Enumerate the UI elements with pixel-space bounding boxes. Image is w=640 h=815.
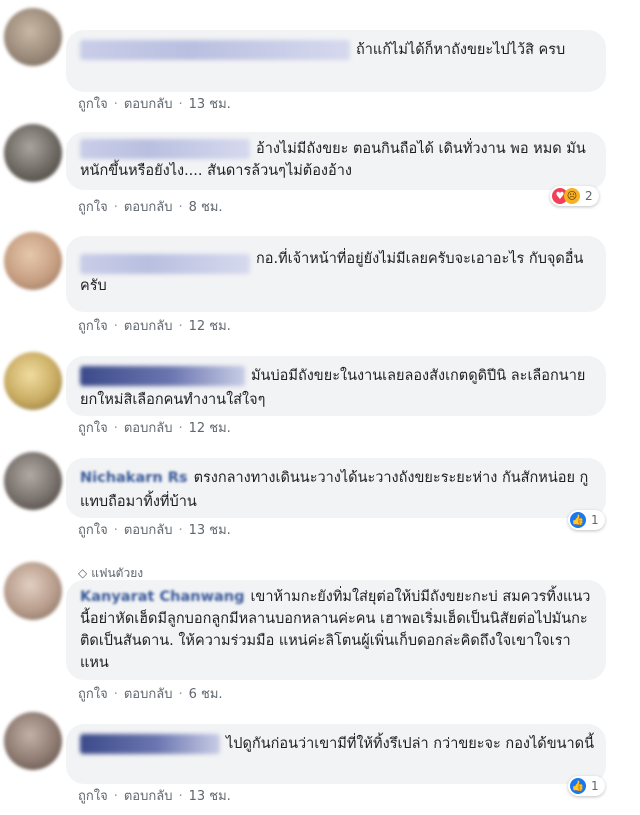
avatar[interactable] [4, 8, 62, 66]
like-link[interactable]: ถูกใจ [78, 421, 108, 436]
comment-text: ถ้าแก้ไม่ได้ก็หาถังขยะไปไว้สิ ครบ [356, 42, 566, 58]
comment-text: ไปดูกันก่อนว่าเขามีที่ให้ทิ้งรึเปล่า กว่… [226, 736, 595, 752]
reply-link[interactable]: ตอบกลับ [124, 200, 173, 215]
avatar[interactable] [4, 124, 62, 182]
top-fan-badge: ◇ แฟนตัวยง [78, 565, 143, 581]
reply-link[interactable]: ตอบกลับ [124, 421, 173, 436]
commenter-name[interactable]: Nichakarn Rs [80, 470, 188, 486]
comment-bubble: ถ้าแก้ไม่ได้ก็หาถังขยะไปไว้สิ ครบ [66, 30, 606, 92]
avatar[interactable] [4, 562, 62, 620]
reaction-count: 1 [591, 513, 599, 527]
timestamp[interactable]: 12 ชม. [189, 421, 231, 436]
timestamp[interactable]: 8 ชม. [189, 200, 223, 215]
like-link[interactable]: ถูกใจ [78, 687, 108, 702]
commenter-name-redacted[interactable] [80, 40, 350, 60]
comment-bubble: กอ.ที่เจ้าหน้าที่อยู่ยังไม่มีเลยครับจะเอ… [66, 236, 606, 312]
diamond-icon: ◇ [78, 566, 88, 580]
comment-bubble: มันบ่อมีถังขยะในงานเลยลองสังเกตดูดิปีนิ … [66, 356, 606, 416]
top-fan-label: แฟนตัวยง [91, 566, 144, 580]
reaction-summary[interactable]: ♥ ☹ 2 [550, 186, 599, 206]
like-link[interactable]: ถูกใจ [78, 523, 108, 538]
avatar[interactable] [4, 232, 62, 290]
comment-bubble: อ้างไม่มีถังขยะ ตอนกินถือได้ เดินทั่วงาน… [66, 132, 606, 190]
comment-actions: ถูกใจ · ตอบกลับ · 13 ชม. [78, 97, 231, 112]
commenter-name-redacted[interactable] [80, 366, 245, 386]
commenter-name-redacted[interactable] [80, 254, 250, 274]
comment-actions: ถูกใจ · ตอบกลับ · 13 ชม. [78, 523, 231, 538]
like-link[interactable]: ถูกใจ [78, 97, 108, 112]
like-link[interactable]: ถูกใจ [78, 200, 108, 215]
reaction-count: 2 [585, 189, 593, 203]
timestamp[interactable]: 13 ชม. [189, 97, 231, 112]
timestamp[interactable]: 13 ชม. [189, 523, 231, 538]
comment-actions: ถูกใจ · ตอบกลับ · 12 ชม. [78, 319, 231, 334]
like-link[interactable]: ถูกใจ [78, 789, 108, 804]
comment-actions: ถูกใจ · ตอบกลับ · 13 ชม. [78, 789, 231, 804]
reply-link[interactable]: ตอบกลับ [124, 319, 173, 334]
timestamp[interactable]: 12 ชม. [189, 319, 231, 334]
comment-bubble: Nichakarn Rs ตรงกลางทางเดินนะวางได้นะวางถ… [66, 458, 606, 518]
reaction-summary[interactable]: 👍 1 [568, 510, 605, 530]
reply-link[interactable]: ตอบกลับ [124, 523, 173, 538]
avatar[interactable] [4, 352, 62, 410]
like-reaction-icon: 👍 [570, 778, 586, 794]
like-reaction-icon: 👍 [570, 512, 586, 528]
like-link[interactable]: ถูกใจ [78, 319, 108, 334]
commenter-name-redacted[interactable] [80, 734, 220, 754]
comment-actions: ถูกใจ · ตอบกลับ · 12 ชม. [78, 421, 231, 436]
commenter-name[interactable]: Kanyarat Chanwang [80, 589, 244, 605]
comment-bubble: ไปดูกันก่อนว่าเขามีที่ให้ทิ้งรึเปล่า กว่… [66, 724, 606, 784]
sad-reaction-icon: ☹ [564, 188, 580, 204]
timestamp[interactable]: 13 ชม. [189, 789, 231, 804]
comment-actions: ถูกใจ · ตอบกลับ · 6 ชม. [78, 687, 223, 702]
reply-link[interactable]: ตอบกลับ [124, 97, 173, 112]
reply-link[interactable]: ตอบกลับ [124, 687, 173, 702]
comment-actions: ถูกใจ · ตอบกลับ · 8 ชม. [78, 200, 223, 215]
reply-link[interactable]: ตอบกลับ [124, 789, 173, 804]
reaction-count: 1 [591, 779, 599, 793]
reaction-summary[interactable]: 👍 1 [568, 776, 605, 796]
commenter-name-redacted[interactable] [80, 139, 250, 159]
comment-bubble: Kanyarat Chanwang เขาห้ามกะยังทิ่มใส่ยุต่… [66, 580, 606, 680]
timestamp[interactable]: 6 ชม. [189, 687, 223, 702]
avatar[interactable] [4, 452, 62, 510]
avatar[interactable] [4, 712, 62, 770]
